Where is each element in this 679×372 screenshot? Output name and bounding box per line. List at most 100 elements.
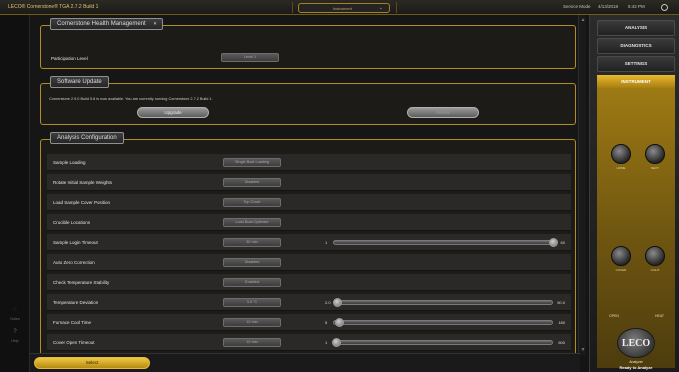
config-value-button[interactable]: 3.0 °C bbox=[223, 298, 281, 307]
instrument-header[interactable]: INSTRUMENT bbox=[597, 75, 675, 88]
next-knob[interactable] bbox=[645, 144, 665, 164]
home-knob[interactable] bbox=[611, 144, 631, 164]
clock-icon[interactable] bbox=[661, 4, 668, 11]
config-value-button[interactable]: Disabled bbox=[223, 258, 281, 267]
config-row: Check Temperature Stability Enabled bbox=[47, 274, 571, 291]
slider-min-label: 1 bbox=[325, 240, 328, 245]
config-row: Furnace Cool Time 10 min 5 180 bbox=[47, 314, 571, 331]
heat-label: HEAT bbox=[655, 314, 665, 318]
software-update-header[interactable]: Software Update bbox=[50, 76, 109, 88]
config-row: Rotate Initial Sample Weights Disabled bbox=[47, 174, 571, 191]
software-update-message: Cornerstone 2.9.0 Build 5.8 is now avail… bbox=[49, 97, 213, 101]
light-knob[interactable] bbox=[645, 246, 665, 266]
nav-diagnostics-button[interactable]: DIAGNOSTICS bbox=[597, 38, 675, 54]
instrument-panel: HOME NEXT COVER LIGHT OPEN HEAT LECO Ana… bbox=[597, 88, 675, 370]
nav-settings-button[interactable]: SETTINGS bbox=[597, 56, 675, 72]
participation-level-label: Participation Level bbox=[51, 56, 88, 61]
select-button[interactable]: Select bbox=[34, 357, 150, 369]
scroll-up-icon[interactable]: ▲ bbox=[579, 17, 587, 23]
vertical-scrollbar[interactable]: ▲ ▼ bbox=[578, 15, 586, 355]
service-mode-status: Service Mode bbox=[563, 4, 591, 9]
config-row-label: Auto Zero Correction bbox=[53, 260, 95, 265]
notes-icon[interactable]: ◌ bbox=[8, 307, 22, 313]
config-slider[interactable]: 5 180 bbox=[325, 318, 565, 327]
config-value-button[interactable]: 10 min bbox=[223, 318, 281, 327]
config-row-label: Sample Loading bbox=[53, 160, 86, 165]
config-row: Sample Login Timeout 30 min 1 60 bbox=[47, 234, 571, 251]
open-label: OPEN bbox=[609, 314, 619, 318]
slider-thumb[interactable] bbox=[548, 238, 558, 247]
next-knob-label: NEXT bbox=[650, 166, 659, 170]
health-management-header[interactable]: Cornerstone Health Management ▾ bbox=[50, 18, 164, 30]
slider-track[interactable] bbox=[333, 320, 553, 325]
slider-track[interactable] bbox=[333, 340, 553, 345]
analysis-configuration-panel: Analysis Configuration Sample Loading Sin… bbox=[40, 132, 576, 355]
slider-min-label: 1 bbox=[325, 340, 328, 345]
leco-logo: LECO bbox=[617, 328, 655, 358]
title-separator bbox=[292, 2, 293, 13]
analyzer-status: Ready to Analyze bbox=[619, 365, 653, 370]
upgrade-button[interactable]: Upgrade bbox=[137, 107, 209, 118]
participation-level-button[interactable]: Level 1 bbox=[221, 53, 279, 62]
slider-min-label: 5 bbox=[325, 320, 328, 325]
config-value-button[interactable]: Enabled bbox=[223, 278, 281, 287]
config-row: Crucible Locations Load Boat Optimize bbox=[47, 214, 571, 231]
left-rail: ◌ Notes ? Help bbox=[0, 15, 30, 372]
chevron-down-icon: ⌄ bbox=[378, 5, 383, 11]
nav-analysis-button[interactable]: ANALYSIS bbox=[597, 20, 675, 36]
slider-max-label: 60 bbox=[560, 240, 565, 245]
leco-logo-text: LECO bbox=[621, 338, 651, 349]
slider-max-label: 600 bbox=[558, 340, 565, 345]
app-title: LECO® Cornerstone® TGA 2.7.2 Build 1 bbox=[8, 4, 99, 10]
analysis-configuration-header[interactable]: Analysis Configuration bbox=[50, 132, 124, 144]
config-row: Cover Open Timeout 10 min 1 600 bbox=[47, 334, 571, 351]
config-row: Temperature Deviation 3.0 °C 2.0 50.0 bbox=[47, 294, 571, 311]
config-row: Auto Zero Correction Disabled bbox=[47, 254, 571, 271]
settings-content[interactable]: Cornerstone Health Management ▾ Participa… bbox=[30, 15, 580, 355]
slider-max-label: 50.0 bbox=[557, 300, 565, 305]
config-row-label: Check Temperature Stability bbox=[53, 280, 110, 285]
bottom-bar: Select bbox=[30, 353, 580, 372]
chevron-down-icon: ▾ bbox=[153, 21, 157, 27]
slider-thumb[interactable] bbox=[333, 298, 343, 307]
config-row-label: Furnace Cool Time bbox=[53, 320, 92, 325]
config-row: Load Sample Cover Position Top Cover bbox=[47, 194, 571, 211]
slider-track[interactable] bbox=[333, 300, 553, 305]
instrument-dropdown[interactable]: Instrument ⌄ bbox=[298, 3, 390, 13]
details-button[interactable]: Details bbox=[407, 107, 479, 118]
config-row: Sample Loading Single Boat Loading bbox=[47, 154, 571, 171]
slider-min-label: 2.0 bbox=[325, 300, 331, 305]
slider-thumb[interactable] bbox=[331, 338, 341, 347]
slider-max-label: 180 bbox=[558, 320, 565, 325]
title-separator bbox=[396, 2, 397, 13]
software-update-title: Software Update bbox=[57, 79, 102, 85]
config-row-label: Cover Open Timeout bbox=[53, 340, 95, 345]
cover-knob[interactable] bbox=[611, 246, 631, 266]
config-slider[interactable]: 1 60 bbox=[325, 238, 565, 247]
scroll-down-icon[interactable]: ▼ bbox=[579, 347, 587, 353]
cover-knob-label: COVER bbox=[615, 268, 627, 272]
slider-track[interactable] bbox=[333, 240, 553, 245]
config-value-button[interactable]: 30 min bbox=[223, 238, 281, 247]
help-label: Help bbox=[11, 339, 19, 343]
slider-thumb[interactable] bbox=[334, 318, 344, 327]
title-bar: LECO® Cornerstone® TGA 2.7.2 Build 1 Ins… bbox=[0, 0, 679, 15]
config-value-button[interactable]: Disabled bbox=[223, 178, 281, 187]
home-knob-label: HOME bbox=[616, 166, 626, 170]
date-display: 4/13/2018 bbox=[598, 4, 619, 9]
config-slider[interactable]: 2.0 50.0 bbox=[325, 298, 565, 307]
config-row-label: Crucible Locations bbox=[53, 220, 91, 225]
config-row-label: Load Sample Cover Position bbox=[53, 200, 111, 205]
config-slider[interactable]: 1 600 bbox=[325, 338, 565, 347]
config-row-label: Rotate Initial Sample Weights bbox=[53, 180, 112, 185]
config-value-button[interactable]: Load Boat Optimize bbox=[223, 218, 281, 227]
instrument-dropdown-value: Instrument bbox=[333, 6, 352, 11]
health-management-title: Cornerstone Health Management bbox=[57, 21, 146, 27]
help-icon[interactable]: ? bbox=[8, 329, 22, 335]
config-value-button[interactable]: Top Cover bbox=[223, 198, 281, 207]
config-value-button[interactable]: Single Boat Loading bbox=[223, 158, 281, 167]
config-value-button[interactable]: 10 min bbox=[223, 338, 281, 347]
light-knob-label: LIGHT bbox=[650, 268, 660, 272]
time-display: 5:42 PM bbox=[628, 4, 645, 9]
health-management-panel: Cornerstone Health Management ▾ Participa… bbox=[40, 18, 576, 69]
